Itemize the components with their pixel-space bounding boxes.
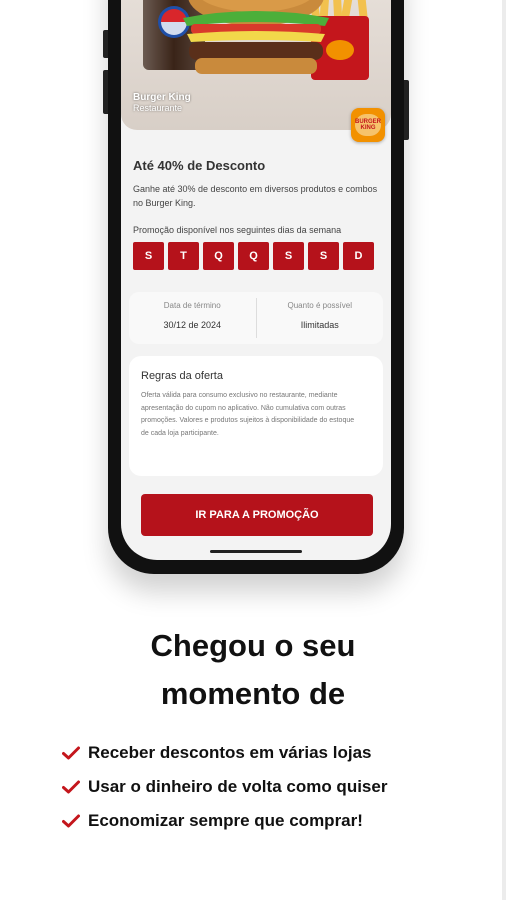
rules-title: Regras da oferta xyxy=(141,370,223,382)
home-indicator xyxy=(210,550,302,553)
hero-image: Burger King Restaurante xyxy=(121,0,391,130)
usage-limit-label: Quanto é possível xyxy=(287,301,352,310)
days-label: Promoção disponível nos seguintes dias d… xyxy=(133,225,342,235)
benefit-text: Receber descontos em várias lojas xyxy=(88,743,372,762)
rules-text: Oferta válida para consumo exclusivo no … xyxy=(141,392,355,437)
usage-limit-info: Quanto é possível Ilimitadas xyxy=(257,292,384,344)
weekday-chip: S xyxy=(133,242,164,270)
phone-screen: Burger King Restaurante BURGER KING Até … xyxy=(121,0,391,560)
go-to-promotion-button[interactable]: IR PARA A PROMOÇÃO xyxy=(141,494,373,536)
benefit-text: Economizar sempre que comprar! xyxy=(88,811,363,830)
headline-line-1: Chegou o seu xyxy=(150,628,356,663)
weekday-chip: Q xyxy=(203,242,234,270)
weekday-chip: S xyxy=(308,242,339,270)
phone-power-button xyxy=(404,80,409,140)
offer-description: Ganhe até 30% de desconto em diversos pr… xyxy=(133,184,378,208)
weekday-chip: D xyxy=(343,242,374,270)
benefit-item: Receber descontos em várias lojas xyxy=(62,736,387,770)
brand-logo: BURGER KING xyxy=(351,108,385,142)
checkmark-icon xyxy=(62,814,80,828)
benefits-list: Receber descontos em várias lojas Usar o… xyxy=(62,736,387,838)
right-edge-strip xyxy=(502,0,506,900)
checkmark-icon xyxy=(62,780,80,794)
offer-title: Até 40% de Desconto xyxy=(133,158,266,173)
checkmark-icon xyxy=(62,746,80,760)
weekday-chip: S xyxy=(273,242,304,270)
hero-caption-title: Burger King xyxy=(133,92,191,103)
brand-logo-icon: BURGER KING xyxy=(355,114,381,136)
offer-rules-box: Regras da oferta Oferta válida para cons… xyxy=(129,356,383,476)
phone-side-button xyxy=(103,30,108,58)
end-date-info: Data de término 30/12 de 2024 xyxy=(129,292,256,344)
weekday-chips: S T Q Q S S D xyxy=(133,242,374,270)
headline-line-2: momento de xyxy=(160,676,346,711)
phone-mockup: Burger King Restaurante BURGER KING Até … xyxy=(103,0,409,574)
benefit-item: Economizar sempre que comprar! xyxy=(62,804,387,838)
weekday-chip: T xyxy=(168,242,199,270)
benefit-item: Usar o dinheiro de volta como quiser xyxy=(62,770,387,804)
headline: Chegou o seu momento de xyxy=(0,622,506,718)
phone-volume-button xyxy=(103,70,108,114)
hero-caption-subtitle: Restaurante xyxy=(133,103,183,113)
benefit-text: Usar o dinheiro de volta como quiser xyxy=(88,777,388,796)
weekday-chip: Q xyxy=(238,242,269,270)
end-date-label: Data de término xyxy=(163,301,221,310)
usage-limit-value: Ilimitadas xyxy=(300,320,339,330)
brand-logo-text: BURGER KING xyxy=(355,119,382,131)
end-date-value: 30/12 de 2024 xyxy=(163,320,222,330)
hero-caption: Burger King Restaurante xyxy=(133,92,191,114)
offer-info-box: Data de término 30/12 de 2024 Quanto é p… xyxy=(129,292,383,344)
